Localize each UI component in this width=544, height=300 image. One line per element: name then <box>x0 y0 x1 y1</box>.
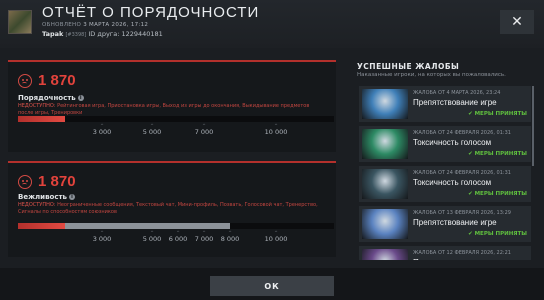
conduct-progress-fill <box>18 116 66 122</box>
tick-value: 8 000 <box>220 235 240 243</box>
report-reason: Препятствование игре <box>413 258 497 260</box>
hero-portrait <box>362 169 408 199</box>
behavior-progress-fill <box>18 223 66 229</box>
report-reason: Препятствование игре <box>413 218 497 227</box>
tick-value: 10 000 <box>264 128 288 136</box>
report-reason: Токсичность голосом <box>413 138 492 147</box>
hero-portrait <box>362 209 408 239</box>
behavior-score-row: 1 870 <box>18 173 76 190</box>
hero-portrait <box>362 249 408 260</box>
reports-title: УСПЕШНЫЕ ЖАЛОБЫ <box>357 62 460 71</box>
behavior-score: 1 870 <box>38 173 76 190</box>
tick-label: ^ 7 000 <box>189 123 219 136</box>
user-name: Tapak <box>42 30 64 38</box>
report-date: ЖАЛОБА ОТ 4 МАРТА 2026, 23:24 <box>413 90 501 96</box>
header: ОТЧЁТ О ПОРЯДОЧНОСТИ ОБНОВЛЕНО 3 МАРТА 2… <box>0 0 544 48</box>
report-date: ЖАЛОБА ОТ 24 ФЕВРАЛЯ 2026, 01:31 <box>413 130 511 136</box>
close-button[interactable]: ✕ <box>500 10 534 34</box>
report-status: ✔ МЕРЫ ПРИНЯТЫ <box>468 191 527 197</box>
report-item[interactable]: ЖАЛОБА ОТ 24 ФЕВРАЛЯ 2026, 01:31 Токсично… <box>359 166 531 202</box>
tick-value: 3 000 <box>92 128 112 136</box>
tick-value: 10 000 <box>264 235 288 243</box>
hero-portrait <box>362 89 408 119</box>
conduct-ticks: ^ 3 000 ^ 5 000 ^ 7 000 ^ 10 000 <box>18 123 334 145</box>
tick-label: ^ 5 000 <box>137 123 167 136</box>
report-status: ✔ МЕРЫ ПРИНЯТЫ <box>468 231 527 237</box>
smiley-icon <box>18 174 32 189</box>
user-info: Tapak [#3398] ID друга: 1229440181 <box>42 30 163 38</box>
tick-label: ^ 10 000 <box>261 230 291 243</box>
tick-value: 7 000 <box>194 128 214 136</box>
report-status: ✔ МЕРЫ ПРИНЯТЫ <box>468 151 527 157</box>
report-item[interactable]: ЖАЛОБА ОТ 4 МАРТА 2026, 23:24 Препятствов… <box>359 86 531 122</box>
conduct-unavailable: НЕДОСТУПНО: Рейтинговая игра, Приостанов… <box>18 103 310 116</box>
behavior-panel: 1 870 Вежливость i НЕДОСТУПНО: Неограниче… <box>8 161 336 257</box>
behavior-label: Вежливость i <box>18 193 75 201</box>
hero-portrait <box>362 129 408 159</box>
reports-list[interactable]: ЖАЛОБА ОТ 4 МАРТА 2026, 23:24 Препятствов… <box>357 84 535 260</box>
tick-label: ^ 8 000 <box>215 230 245 243</box>
report-item[interactable]: ЖАЛОБА ОТ 13 ФЕВРАЛЯ 2026, 13:29 Препятст… <box>359 206 531 242</box>
report-status: ✔ МЕРЫ ПРИНЯТЫ <box>468 111 527 117</box>
tick-label: ^ 3 000 <box>87 230 117 243</box>
avatar <box>8 10 32 34</box>
report-date: ЖАЛОБА ОТ 12 ФЕВРАЛЯ 2026, 22:21 <box>413 250 511 256</box>
report-date: ЖАЛОБА ОТ 13 ФЕВРАЛЯ 2026, 13:29 <box>413 210 511 216</box>
behavior-unavailable: НЕДОСТУПНО: Неограниченные сообщения, Те… <box>18 202 318 215</box>
tick-value: 5 000 <box>142 128 162 136</box>
conduct-score-row: 1 870 <box>18 72 76 89</box>
conduct-progress-bar <box>18 116 334 122</box>
conduct-score: 1 870 <box>38 72 76 89</box>
info-icon[interactable]: i <box>77 95 84 101</box>
conduct-panel: 1 870 Порядочность i НЕДОСТУПНО: Рейтинго… <box>8 60 336 152</box>
user-tag: [#3398] <box>65 32 87 38</box>
smiley-icon <box>18 73 32 88</box>
report-reason: Токсичность голосом <box>413 178 492 187</box>
page-title: ОТЧЁТ О ПОРЯДОЧНОСТИ <box>42 4 260 21</box>
ok-button[interactable]: ОК <box>210 276 334 296</box>
reports-subtitle: Наказанные игроки, на которых вы пожалов… <box>357 72 506 78</box>
friend-id: ID друга: 1229440181 <box>88 30 163 38</box>
tick-value: 7 000 <box>194 235 214 243</box>
close-icon: ✕ <box>511 14 523 30</box>
behavior-ticks: ^ 3 000 ^ 5 000 ^ 6 000 ^ 7 000 ^ 8 000 ^ 10 000 <box>18 230 334 252</box>
tick-value: 6 000 <box>168 235 188 243</box>
updated-time: ОБНОВЛЕНО 3 МАРТА 2026, 17:12 <box>42 22 149 28</box>
report-item[interactable]: ЖАЛОБА ОТ 12 ФЕВРАЛЯ 2026, 22:21 Препятст… <box>359 246 531 260</box>
tick-value: 3 000 <box>92 235 112 243</box>
conduct-label: Порядочность i <box>18 94 84 102</box>
tick-label: ^ 10 000 <box>261 123 291 136</box>
scrollbar[interactable] <box>532 86 534 166</box>
report-item[interactable]: ЖАЛОБА ОТ 24 ФЕВРАЛЯ 2026, 01:31 Токсично… <box>359 126 531 162</box>
report-reason: Препятствование игре <box>413 98 497 107</box>
tick-value: 5 000 <box>142 235 162 243</box>
report-date: ЖАЛОБА ОТ 24 ФЕВРАЛЯ 2026, 01:31 <box>413 170 511 176</box>
info-icon[interactable]: i <box>68 194 75 200</box>
behavior-progress-bar <box>18 223 334 229</box>
tick-label: ^ 3 000 <box>87 123 117 136</box>
